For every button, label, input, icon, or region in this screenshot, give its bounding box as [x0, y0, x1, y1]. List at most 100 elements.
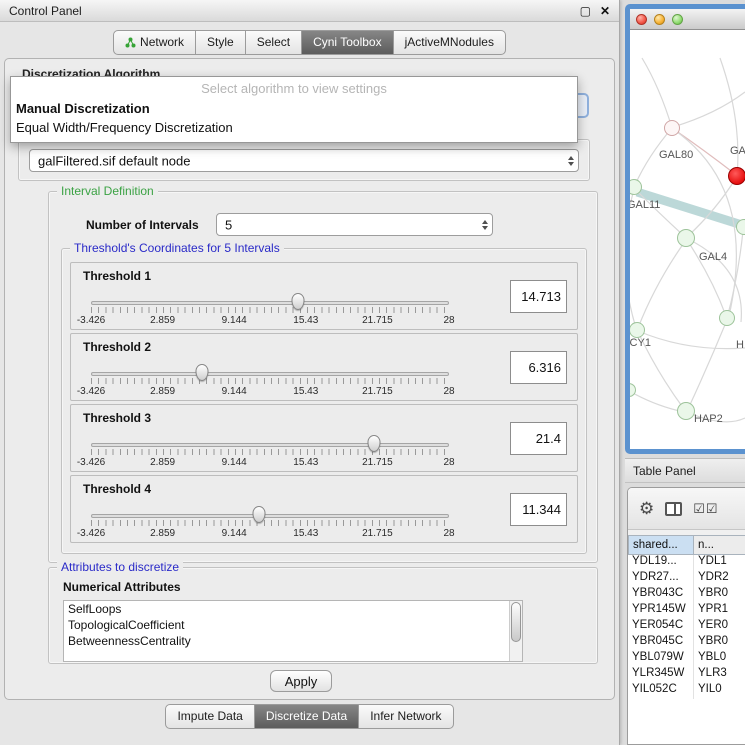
table-row[interactable]: YER054CYER0	[628, 619, 745, 635]
network-node[interactable]	[677, 402, 695, 420]
scale-label: 21.715	[362, 528, 393, 539]
slider-ticks	[91, 307, 449, 313]
scale-label: 9.144	[222, 457, 247, 468]
tab-infer-network[interactable]: Infer Network	[359, 704, 453, 729]
number-of-intervals-value: 5	[225, 217, 232, 232]
network-node[interactable]	[630, 179, 642, 195]
cell-shared-name[interactable]: YPR145W	[628, 603, 694, 619]
cell-shared-name[interactable]: YBL079W	[628, 651, 694, 667]
zoom-traffic-light-icon[interactable]	[672, 14, 683, 25]
cell-shared-name[interactable]: YIL052C	[628, 683, 694, 699]
table-row[interactable]: YPR145WYPR1	[628, 603, 745, 619]
table-row[interactable]: YLR345WYLR3	[628, 667, 745, 683]
threshold-slider[interactable]: -3.4262.8599.14415.4321.71528	[91, 358, 449, 398]
list-scrollbar[interactable]	[509, 601, 522, 661]
apply-button[interactable]: Apply	[270, 670, 332, 692]
table-row[interactable]: YDR27...YDR2	[628, 571, 745, 587]
tab-select[interactable]: Select	[246, 30, 302, 55]
gear-icon[interactable]: ⚙	[639, 500, 654, 517]
numerical-attributes-list[interactable]: SelfLoopsTopologicalCoefficientBetweenne…	[63, 600, 523, 662]
slider-track[interactable]	[91, 301, 449, 305]
scale-label: 15.43	[293, 315, 318, 326]
cell-name[interactable]: YBR0	[694, 635, 745, 651]
network-node[interactable]	[736, 219, 745, 235]
attribute-item[interactable]: SelfLoops	[64, 601, 522, 617]
threshold-slider[interactable]: -3.4262.8599.14415.4321.71528	[91, 287, 449, 327]
cell-name[interactable]: YLR3	[694, 667, 745, 683]
slider-scale: -3.4262.8599.14415.4321.71528	[91, 457, 449, 469]
cell-name[interactable]: YDL1	[694, 555, 745, 571]
cell-shared-name[interactable]: YER054C	[628, 619, 694, 635]
slider-scale: -3.4262.8599.14415.4321.71528	[91, 528, 449, 540]
attribute-item[interactable]: BetweennessCentrality	[64, 633, 522, 649]
cell-shared-name[interactable]: YLR345W	[628, 667, 694, 683]
cell-shared-name[interactable]: YBR045C	[628, 635, 694, 651]
list-scrollbar-thumb[interactable]	[511, 602, 521, 642]
network-node[interactable]	[630, 322, 645, 338]
scale-label: 9.144	[222, 528, 247, 539]
table-panel-header[interactable]: Table Panel	[625, 458, 745, 483]
checkbox-icons[interactable]: ☑☑	[693, 501, 718, 517]
table-row[interactable]: YBR045CYBR0	[628, 635, 745, 651]
threshold-label: Threshold 4	[83, 482, 151, 496]
threshold-label: Threshold 2	[83, 340, 151, 354]
node-label: GAL80	[659, 149, 693, 161]
tab-label: Cyni Toolbox	[313, 35, 381, 49]
cell-name[interactable]: YIL0	[694, 683, 745, 699]
table-row[interactable]: YIL052CYIL0	[628, 683, 745, 699]
cell-shared-name[interactable]: YDL19...	[628, 555, 694, 571]
number-of-intervals-combobox[interactable]: 5	[216, 213, 493, 236]
network-node[interactable]	[719, 310, 735, 326]
tab-cyni-toolbox[interactable]: Cyni Toolbox	[302, 30, 393, 55]
threshold-slider[interactable]: -3.4262.8599.14415.4321.71528	[91, 429, 449, 469]
slider-track[interactable]	[91, 514, 449, 518]
tab-style[interactable]: Style	[196, 30, 246, 55]
threshold-value-field[interactable]: 21.4	[510, 422, 567, 455]
algorithm-option[interactable]: Manual Discretization	[11, 99, 577, 118]
minimize-traffic-light-icon[interactable]	[654, 14, 665, 25]
close-window-icon[interactable]: ✕	[600, 4, 610, 18]
cell-shared-name[interactable]: YBR043C	[628, 587, 694, 603]
node-label: H	[736, 339, 744, 351]
network-icon	[125, 37, 136, 48]
tab-network[interactable]: Network	[113, 30, 196, 55]
table-row[interactable]: YBR043CYBR0	[628, 587, 745, 603]
tab-discretize-data[interactable]: Discretize Data	[255, 704, 359, 729]
cell-shared-name[interactable]: YDR27...	[628, 571, 694, 587]
attribute-item[interactable]: TopologicalCoefficient	[64, 617, 522, 633]
float-window-icon[interactable]: ▢	[580, 4, 591, 18]
network-node[interactable]	[664, 120, 680, 136]
threshold-value-field[interactable]: 11.344	[510, 493, 567, 526]
algorithm-option[interactable]: Equal Width/Frequency Discretization	[11, 118, 577, 137]
tab-impute-data[interactable]: Impute Data	[165, 704, 254, 729]
attributes-group-title: Attributes to discretize	[57, 560, 183, 574]
close-traffic-light-icon[interactable]	[636, 14, 647, 25]
window-title: Control Panel	[9, 4, 580, 18]
slider-track[interactable]	[91, 443, 449, 447]
network-node[interactable]	[630, 383, 636, 397]
column-header-shared-name[interactable]: shared...	[628, 535, 694, 555]
cell-name[interactable]: YBR0	[694, 587, 745, 603]
table-row[interactable]: YDL19...YDL1	[628, 555, 745, 571]
network-window-titlebar[interactable]	[630, 9, 745, 30]
threshold-slider[interactable]: -3.4262.8599.14415.4321.71528	[91, 500, 449, 540]
columns-icon[interactable]	[665, 502, 682, 516]
scale-label: -3.426	[77, 386, 105, 397]
cyni-toolbox-panel: Discretization Algorithm Select algorith…	[4, 58, 615, 700]
cell-name[interactable]: YER0	[694, 619, 745, 635]
table-row[interactable]: YBL079WYBL0	[628, 651, 745, 667]
network-canvas[interactable]: GAL80GALGAL11GAL4GCY1HHAP2	[630, 30, 745, 449]
threshold-value-field[interactable]: 14.713	[510, 280, 567, 313]
threshold-value-field[interactable]: 6.316	[510, 351, 567, 384]
network-node[interactable]	[677, 229, 695, 247]
cell-name[interactable]: YBL0	[694, 651, 745, 667]
slider-track[interactable]	[91, 372, 449, 376]
selected-network-node[interactable]	[728, 167, 745, 185]
table-data-combobox[interactable]: galFiltered.sif default node	[29, 149, 579, 172]
thresholds-group-title: Threshold's Coordinates for 5 Intervals	[70, 241, 284, 255]
column-header-name[interactable]: n...	[694, 535, 745, 555]
tab-jactivemnodules[interactable]: jActiveMNodules	[394, 30, 506, 55]
numerical-attributes-label: Numerical Attributes	[63, 580, 181, 594]
cell-name[interactable]: YDR2	[694, 571, 745, 587]
cell-name[interactable]: YPR1	[694, 603, 745, 619]
